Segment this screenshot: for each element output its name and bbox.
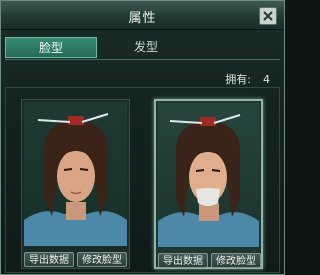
face-card-1[interactable]: 导出数据 修改脸型 (21, 99, 130, 269)
owned-value: 4 (263, 73, 270, 86)
face-card-2[interactable]: 导出数据 修改脸型 (154, 99, 263, 269)
export-data-button[interactable]: 导出数据 (158, 253, 208, 268)
character-portrait (158, 103, 259, 247)
window-title: 属性 (128, 11, 157, 26)
modify-face-button[interactable]: 修改脸型 (211, 253, 261, 268)
owned-label: 拥有: (225, 73, 251, 86)
modify-face-button[interactable]: 修改脸型 (77, 252, 127, 267)
close-button[interactable] (259, 7, 277, 25)
attributes-window: 属性 脸型 发型 拥有: 4 导出数据 修改脸型 导出数据 修改脸型 (0, 0, 285, 275)
tab-bar: 脸型 发型 (5, 37, 280, 60)
owned-count: 拥有: 4 (225, 71, 270, 87)
title-bar: 属性 (1, 1, 284, 30)
close-icon (263, 11, 273, 21)
tab-hairstyle[interactable]: 发型 (97, 37, 195, 58)
character-portrait (24, 102, 127, 246)
export-data-button[interactable]: 导出数据 (24, 252, 74, 267)
tab-face-shape[interactable]: 脸型 (5, 37, 97, 58)
